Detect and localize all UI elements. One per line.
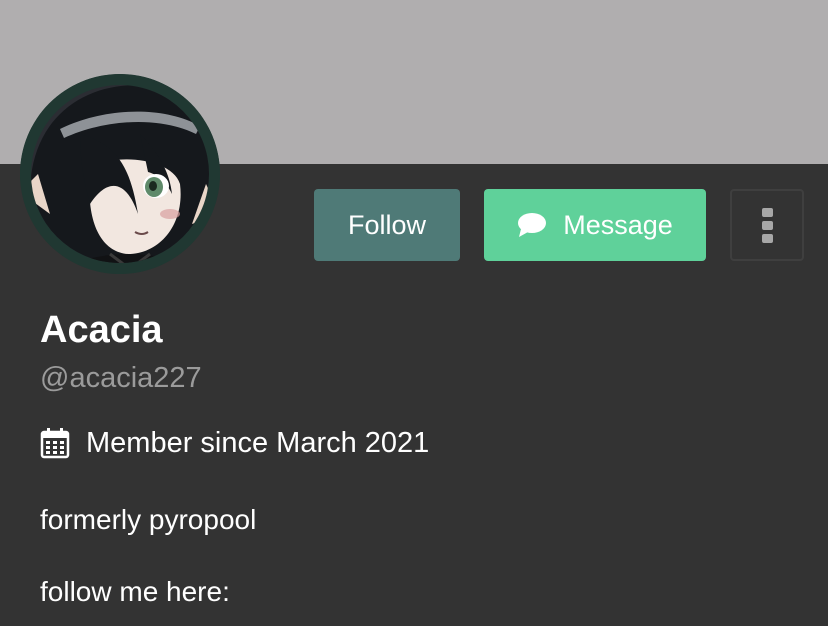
display-name: Acacia bbox=[40, 309, 163, 351]
follow-button-label: Follow bbox=[347, 209, 427, 240]
vertical-dots-icon bbox=[761, 206, 773, 245]
username-handle: @acacia227 bbox=[40, 362, 202, 394]
follow-button[interactable]: Follow bbox=[314, 189, 460, 261]
calendar-icon bbox=[40, 427, 70, 459]
chat-bubble-icon bbox=[517, 212, 547, 238]
bio-line: formerly pyropool bbox=[40, 504, 257, 535]
avatar-image bbox=[20, 74, 220, 274]
member-since-text: Member since March 2021 bbox=[86, 427, 430, 459]
avatar[interactable] bbox=[20, 74, 220, 274]
bio-line: follow me here: bbox=[40, 576, 230, 607]
message-button-label: Message bbox=[563, 209, 673, 240]
message-button[interactable]: Message bbox=[484, 189, 706, 261]
member-since: Member since March 2021 bbox=[40, 422, 429, 464]
more-options-button[interactable] bbox=[730, 189, 804, 261]
